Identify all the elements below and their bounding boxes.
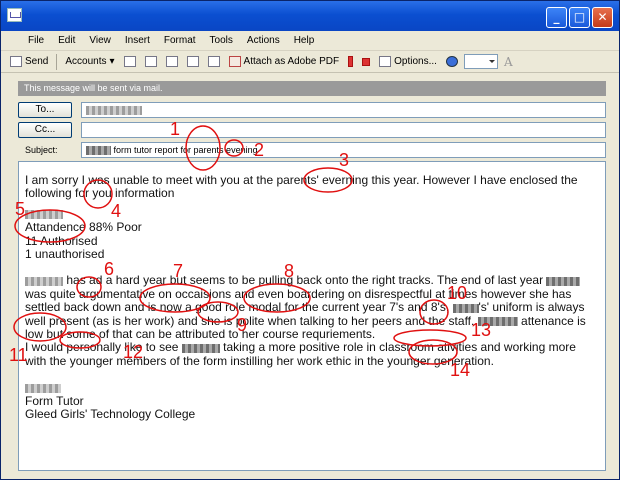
maximize-button[interactable]: □ — [569, 7, 590, 28]
subject-field[interactable]: form tutor report for parents evening — [81, 142, 606, 158]
cut-icon — [144, 56, 157, 67]
redacted-name — [86, 146, 111, 156]
exclamation-icon — [348, 56, 354, 67]
redacted-name — [25, 383, 61, 393]
redacted-recipient — [86, 106, 142, 116]
to-button[interactable]: To... — [18, 102, 72, 118]
menu-edit[interactable]: Edit — [51, 35, 82, 46]
unauthorised-line: 1 unauthorised — [25, 247, 105, 262]
menu-bar: File Edit View Insert Format Tools Actio… — [1, 31, 619, 51]
flag-button[interactable] — [359, 53, 373, 71]
pdf-icon — [228, 56, 241, 67]
menu-actions[interactable]: Actions — [240, 35, 287, 46]
title-bar[interactable]: _ □ ✕ — [1, 1, 619, 31]
authorised-line: 11 Authorised — [25, 233, 98, 248]
redacted-name — [181, 343, 220, 353]
menu-help[interactable]: Help — [287, 35, 322, 46]
toolbar-divider — [56, 53, 58, 70]
signature-name — [25, 381, 599, 394]
save-button[interactable] — [121, 53, 139, 71]
cc-field[interactable] — [81, 122, 606, 138]
accounts-dropdown[interactable]: Accounts ▾ — [62, 53, 117, 71]
attendance-line: Attandence 88% Poor — [25, 220, 142, 235]
to-field[interactable] — [81, 102, 606, 118]
signature-school: Gleed Girls' Technology College — [25, 407, 196, 422]
redacted-name — [477, 316, 518, 326]
minimize-button[interactable]: _ — [546, 7, 567, 28]
font-size-combo[interactable] — [463, 54, 498, 69]
cc-button[interactable]: Cc... — [18, 122, 72, 138]
dropdown-arrow-icon: ▾ — [109, 56, 115, 67]
outlook-envelope-icon — [7, 8, 22, 22]
menu-format[interactable]: Format — [157, 35, 203, 46]
message-body[interactable]: I am sorry I was unable to meet with you… — [18, 161, 606, 471]
help-button[interactable] — [443, 53, 461, 71]
menu-insert[interactable]: Insert — [118, 35, 157, 46]
body-paragraph-wish: I would personally like to see taking a … — [25, 340, 576, 368]
redacted-name — [546, 276, 581, 286]
paperclip-icon — [207, 56, 220, 67]
menu-tools[interactable]: Tools — [203, 35, 240, 46]
importance-high-button[interactable] — [345, 53, 356, 71]
save-icon — [123, 56, 136, 67]
redacted-name — [25, 276, 63, 286]
paste-button[interactable] — [184, 53, 202, 71]
redacted-name — [452, 303, 479, 313]
copy-icon — [165, 56, 178, 67]
attach-file-button[interactable] — [205, 53, 223, 71]
compose-window: _ □ ✕ File Edit View Insert Format Tools… — [0, 0, 620, 480]
close-button[interactable]: ✕ — [592, 7, 613, 28]
attach-pdf-button[interactable]: Attach as Adobe PDF — [226, 53, 343, 71]
options-button[interactable]: Options... — [376, 53, 440, 71]
body-paragraph-intro: I am sorry I was unable to meet with you… — [25, 173, 578, 201]
signature-role: Form Tutor — [25, 393, 84, 408]
send-button[interactable]: Send — [7, 53, 51, 71]
menu-file[interactable]: File — [21, 35, 51, 46]
toolbar: Send Accounts ▾ Attach as Adobe PDF Opti… — [1, 51, 619, 73]
send-icon — [10, 56, 22, 67]
cut-button[interactable] — [142, 53, 160, 71]
subject-value: form tutor report for parents evening — [113, 145, 258, 155]
paste-icon — [186, 56, 199, 67]
flag-icon — [362, 57, 371, 66]
redacted-name — [25, 210, 63, 220]
font-color-button[interactable]: A — [501, 53, 516, 71]
copy-button[interactable] — [163, 53, 181, 71]
menu-view[interactable]: View — [82, 35, 118, 46]
subject-label: Subject: — [25, 145, 58, 155]
info-bar: This message will be sent via mail. — [18, 81, 606, 96]
font-color-icon: A — [503, 54, 513, 69]
body-paragraph-report: has ad a hard year but seems to be pulli… — [25, 273, 586, 342]
options-icon — [379, 56, 392, 67]
help-icon — [445, 56, 458, 67]
student-name-line — [25, 208, 599, 221]
